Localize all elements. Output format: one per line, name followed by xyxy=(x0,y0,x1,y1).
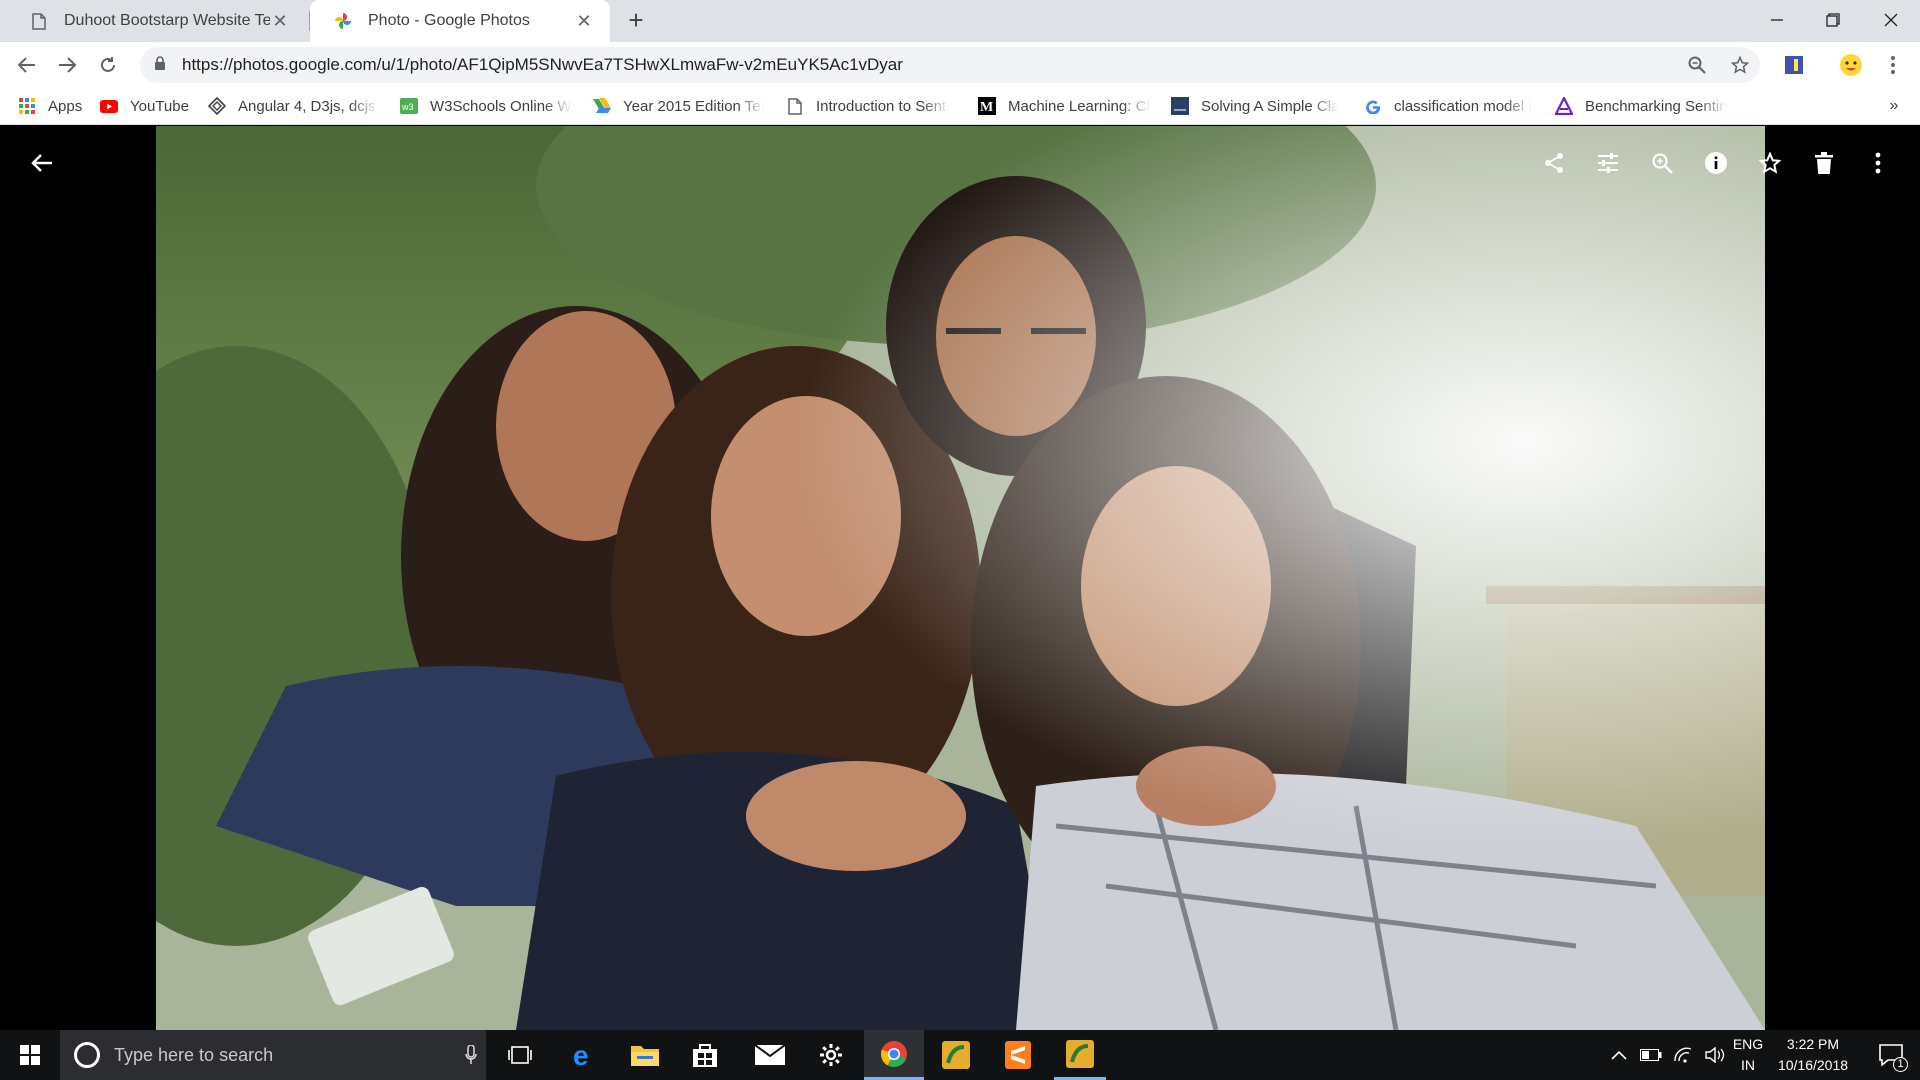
svg-text:M: M xyxy=(980,100,993,115)
profile-avatar[interactable] xyxy=(1834,48,1868,82)
triangle-logo-icon xyxy=(1555,97,1573,115)
back-icon[interactable] xyxy=(10,48,44,82)
photo-viewer xyxy=(0,126,1920,1030)
mail-icon[interactable] xyxy=(744,1030,796,1080)
store-icon[interactable] xyxy=(680,1030,730,1080)
language-code: ENG xyxy=(1732,1036,1764,1052)
close-window-icon[interactable] xyxy=(1862,0,1920,40)
close-tab-icon[interactable]: ✕ xyxy=(574,11,594,32)
zoom-icon[interactable] xyxy=(1642,143,1682,183)
tab-title: Duhoot Bootstarp Website Temp xyxy=(64,12,270,29)
photo[interactable] xyxy=(156,126,1765,1030)
bookmarks-bar: Apps YouTube Angular 4, D3js, dcjs, w3 W… xyxy=(0,87,1920,125)
bookmark-apps[interactable]: Apps xyxy=(18,87,90,125)
bookmarks-overflow-icon[interactable]: » xyxy=(1882,87,1906,125)
delete-icon[interactable] xyxy=(1804,143,1844,183)
svg-text:e: e xyxy=(573,1042,589,1068)
bookmark-drive-year-2015[interactable]: Year 2015 Edition Tex xyxy=(593,87,765,125)
blog-icon xyxy=(1171,97,1189,115)
taskbar-search-input[interactable]: Type here to search xyxy=(60,1030,486,1080)
new-tab-button[interactable]: + xyxy=(622,7,650,35)
task-view-icon[interactable] xyxy=(496,1030,544,1080)
favorite-star-icon[interactable] xyxy=(1750,143,1790,183)
restore-icon[interactable] xyxy=(1804,0,1862,40)
region-code: IN xyxy=(1741,1057,1755,1073)
windows-taskbar: Type here to search e ENG IN 3:22 PM 10/… xyxy=(0,1030,1920,1080)
google-drive-icon xyxy=(593,97,611,115)
minimize-icon[interactable] xyxy=(1748,0,1806,40)
app-launcher-icon-2[interactable] xyxy=(1054,1030,1106,1080)
windows-start-icon[interactable] xyxy=(0,1030,60,1080)
bookmark-introduction-sentiment[interactable]: Introduction to Senti xyxy=(786,87,958,125)
file-explorer-icon[interactable] xyxy=(620,1030,670,1080)
browser-toolbar: https://photos.google.com/u/1/photo/AF1Q… xyxy=(0,42,1920,87)
bookmark-machine-learning[interactable]: M Machine Learning: Cl xyxy=(978,87,1150,125)
adjust-icon[interactable] xyxy=(1588,143,1628,183)
clock-date: 10/16/2018 xyxy=(1777,1057,1849,1073)
microphone-icon[interactable] xyxy=(456,1045,486,1065)
address-bar[interactable]: https://photos.google.com/u/1/photo/AF1Q… xyxy=(140,47,1760,83)
battery-icon[interactable] xyxy=(1636,1030,1666,1080)
medium-icon: M xyxy=(978,97,996,115)
bookmark-angular[interactable]: Angular 4, D3js, dcjs, xyxy=(208,87,378,125)
bookmark-benchmarking-sentiment[interactable]: Benchmarking Sentin xyxy=(1555,87,1727,125)
apps-grid-icon xyxy=(18,97,36,115)
bookmark-w3schools[interactable]: w3 W3Schools Online W xyxy=(400,87,572,125)
chevron-up-icon[interactable] xyxy=(1604,1030,1634,1080)
wifi-icon[interactable] xyxy=(1668,1030,1698,1080)
lock-icon xyxy=(154,55,168,75)
bookmark-star-icon[interactable] xyxy=(1723,48,1757,82)
app-launcher-icon[interactable] xyxy=(930,1030,982,1080)
tab-strip: Duhoot Bootstarp Website Temp ✕ Photo - … xyxy=(0,0,1920,42)
search-placeholder: Type here to search xyxy=(114,1044,274,1065)
notifications-icon[interactable]: 1 xyxy=(1866,1030,1916,1080)
edge-browser-icon[interactable]: e xyxy=(560,1030,610,1080)
share-icon[interactable] xyxy=(1534,143,1574,183)
extension-icon[interactable] xyxy=(1777,48,1811,82)
url-text: https://photos.google.com/u/1/photo/AF1Q… xyxy=(182,55,903,74)
clock[interactable]: 3:22 PM 10/16/2018 xyxy=(1770,1030,1856,1080)
tab-duhoot[interactable]: Duhoot Bootstarp Website Temp ✕ xyxy=(6,0,306,42)
cortana-icon xyxy=(74,1042,100,1068)
reload-icon[interactable] xyxy=(91,48,125,82)
youtube-icon xyxy=(100,97,118,115)
angular-icon xyxy=(208,97,226,115)
bookmark-classification-model[interactable]: classification model i xyxy=(1364,87,1536,125)
back-arrow-icon[interactable] xyxy=(22,143,62,183)
forward-icon[interactable] xyxy=(50,48,84,82)
close-tab-icon[interactable]: ✕ xyxy=(270,11,290,32)
notification-count: 1 xyxy=(1893,1057,1908,1072)
page-icon xyxy=(786,97,804,115)
page-icon xyxy=(30,12,48,30)
sublime-text-icon[interactable] xyxy=(992,1030,1044,1080)
language-indicator[interactable]: ENG IN xyxy=(1728,1030,1768,1080)
tab-title: Photo - Google Photos xyxy=(368,12,530,29)
chrome-taskbar-icon[interactable] xyxy=(864,1030,924,1080)
volume-icon[interactable] xyxy=(1700,1030,1730,1080)
tab-google-photos[interactable]: Photo - Google Photos ✕ xyxy=(310,0,610,42)
google-photos-icon xyxy=(334,12,352,30)
more-icon[interactable] xyxy=(1858,143,1898,183)
info-icon[interactable] xyxy=(1696,143,1736,183)
google-icon xyxy=(1364,97,1382,115)
chrome-menu-icon[interactable] xyxy=(1876,48,1910,82)
svg-text:w3: w3 xyxy=(401,102,414,112)
w3schools-icon: w3 xyxy=(400,97,418,115)
settings-gear-icon[interactable] xyxy=(806,1030,856,1080)
clock-time: 3:22 PM xyxy=(1786,1036,1840,1052)
zoom-icon[interactable] xyxy=(1680,48,1714,82)
bookmark-solving-simple[interactable]: Solving A Simple Cla xyxy=(1171,87,1343,125)
group-selfie-photo xyxy=(156,126,1765,1030)
bookmark-youtube[interactable]: YouTube xyxy=(100,87,200,125)
